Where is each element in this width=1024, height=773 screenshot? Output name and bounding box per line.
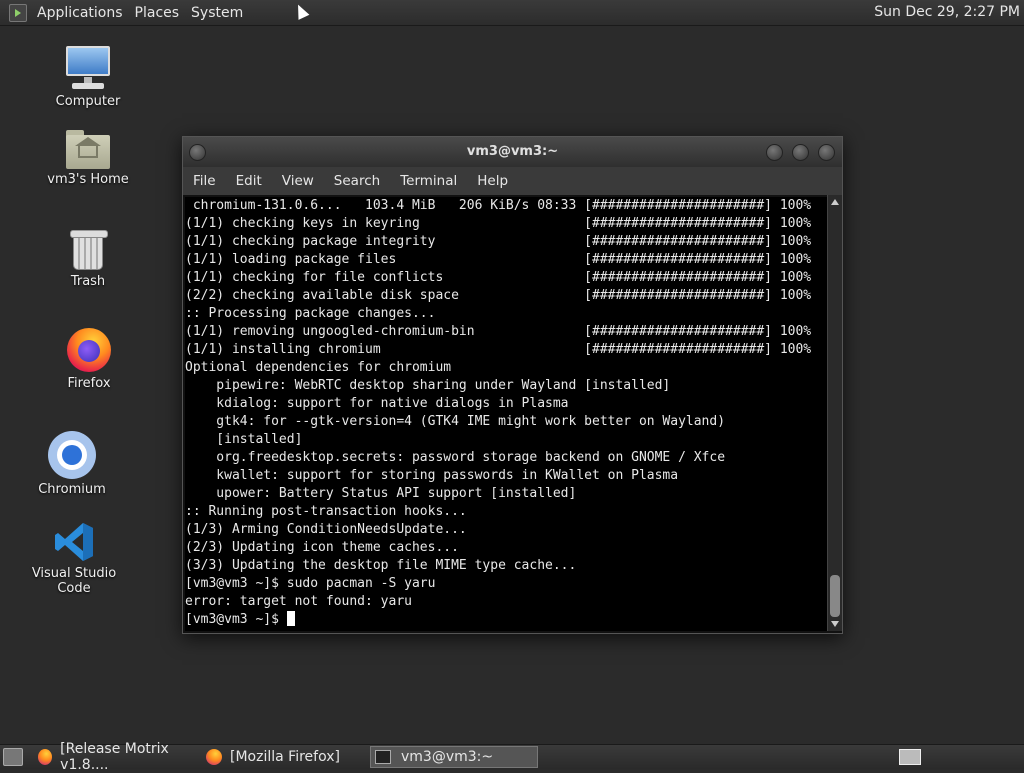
- menu-help[interactable]: Help: [467, 173, 518, 189]
- scroll-up-arrow-icon[interactable]: [831, 199, 839, 205]
- desktop-icon-chromium[interactable]: Chromium: [12, 430, 132, 497]
- terminal-line: (1/3) Arming ConditionNeedsUpdate...: [185, 522, 467, 537]
- window-titlebar[interactable]: vm3@vm3:~: [183, 137, 842, 167]
- maximize-button[interactable]: [792, 144, 809, 161]
- vscode-icon: [52, 520, 96, 564]
- terminal-line: org.freedesktop.secrets: password storag…: [185, 450, 726, 465]
- terminal-line: (1/1) removing ungoogled-chromium-bin [#…: [185, 324, 812, 339]
- firefox-icon: [38, 749, 53, 765]
- desktop-icon-home[interactable]: vm3's Home: [28, 128, 148, 187]
- show-desktop-button[interactable]: [3, 748, 23, 766]
- menu-places[interactable]: Places: [129, 5, 186, 21]
- terminal-line: (3/3) Updating the desktop file MIME typ…: [185, 558, 577, 573]
- desktop-icon-label: Visual Studio Code: [31, 566, 117, 596]
- menu-view[interactable]: View: [272, 173, 324, 189]
- text-cursor: [286, 611, 295, 626]
- desktop-icon-vscode[interactable]: Visual Studio Code: [14, 520, 134, 596]
- terminal-line: (1/1) checking package integrity [######…: [185, 234, 812, 249]
- terminal-line: (2/3) Updating icon theme caches...: [185, 540, 459, 555]
- terminal-line: kwallet: support for storing passwords i…: [185, 468, 679, 483]
- terminal-line: :: Processing package changes...: [185, 306, 436, 321]
- taskbar-item[interactable]: [Mozilla Firefox]: [206, 746, 366, 768]
- terminal-scrollbar[interactable]: [827, 195, 842, 631]
- terminal-line: (1/1) checking for file conflicts [#####…: [185, 270, 812, 285]
- scroll-thumb[interactable]: [830, 575, 840, 617]
- terminal-line: :: Running post-transaction hooks...: [185, 504, 467, 519]
- taskbar-item-active[interactable]: vm3@vm3:~: [370, 746, 538, 768]
- desktop-icon-trash[interactable]: Trash: [28, 228, 148, 289]
- applications-menu-icon[interactable]: [9, 3, 27, 22]
- taskbar-item[interactable]: [Release Motrix v1.8....: [38, 741, 203, 773]
- taskbar-item-label: [Release Motrix v1.8....: [60, 741, 169, 773]
- terminal-line: (2/2) checking available disk space [###…: [185, 288, 812, 303]
- home-folder-icon: [64, 128, 112, 170]
- menu-edit[interactable]: Edit: [226, 173, 272, 189]
- chromium-icon: [47, 430, 97, 480]
- terminal-icon: [375, 750, 391, 764]
- workspace-switcher-icon[interactable]: [899, 749, 921, 765]
- terminal-menubar: File Edit View Search Terminal Help: [183, 167, 842, 195]
- clock[interactable]: Sun Dec 29, 2:27 PM: [874, 4, 1020, 20]
- terminal-prompt: [vm3@vm3 ~]$: [185, 612, 287, 627]
- menu-terminal[interactable]: Terminal: [390, 173, 467, 189]
- desktop-icon-label: Chromium: [38, 482, 106, 497]
- window-title: vm3@vm3:~: [466, 144, 559, 159]
- terminal-line: kdialog: support for native dialogs in P…: [185, 396, 569, 411]
- taskbar-item-label: [Mozilla Firefox]: [230, 749, 340, 765]
- firefox-icon: [206, 749, 222, 765]
- terminal-line: pipewire: WebRTC desktop sharing under W…: [185, 378, 671, 393]
- top-panel: Applications Places System Sun Dec 29, 2…: [0, 0, 1024, 26]
- terminal-line: upower: Battery Status API support [inst…: [185, 486, 577, 501]
- terminal-line: gtk4: for --gtk-version=4 (GTK4 IME migh…: [185, 414, 726, 429]
- desktop-icon-computer[interactable]: Computer: [28, 44, 148, 109]
- terminal-window: vm3@vm3:~ File Edit View Search Terminal…: [182, 136, 843, 634]
- desktop-icon-label: Firefox: [67, 376, 111, 391]
- terminal-output[interactable]: chromium-131.0.6... 103.4 MiB 206 KiB/s …: [185, 197, 827, 631]
- desktop-icon-label: Trash: [70, 274, 106, 289]
- terminal-line: (1/1) loading package files [###########…: [185, 252, 812, 267]
- desktop-icon-label: vm3's Home: [47, 172, 129, 187]
- terminal-line: Optional dependencies for chromium: [185, 360, 452, 375]
- bottom-taskbar: [Release Motrix v1.8.... [Mozilla Firefo…: [0, 741, 1024, 773]
- terminal-line: [vm3@vm3 ~]$ sudo pacman -S yaru: [185, 576, 436, 591]
- menu-system[interactable]: System: [185, 5, 249, 21]
- desktop-icon-label: Computer: [55, 94, 121, 109]
- terminal-line: [installed]: [185, 432, 303, 447]
- menu-search[interactable]: Search: [324, 173, 390, 189]
- trash-icon: [68, 228, 108, 272]
- terminal-line: chromium-131.0.6... 103.4 MiB 206 KiB/s …: [185, 198, 812, 213]
- computer-icon: [64, 44, 112, 92]
- terminal-line: error: target not found: yaru: [185, 594, 412, 609]
- terminal-line: (1/1) checking keys in keyring [########…: [185, 216, 812, 231]
- menu-applications[interactable]: Applications: [31, 5, 129, 21]
- terminal-prompt-line[interactable]: [vm3@vm3 ~]$: [185, 611, 827, 629]
- close-button[interactable]: [818, 144, 835, 161]
- desktop-icon-firefox[interactable]: Firefox: [29, 326, 149, 391]
- scroll-down-arrow-icon[interactable]: [831, 621, 839, 627]
- minimize-button[interactable]: [766, 144, 783, 161]
- menu-file[interactable]: File: [183, 173, 226, 189]
- terminal-line: (1/1) installing chromium [#############…: [185, 342, 812, 357]
- taskbar-item-label: vm3@vm3:~: [401, 749, 494, 765]
- firefox-icon: [65, 326, 113, 374]
